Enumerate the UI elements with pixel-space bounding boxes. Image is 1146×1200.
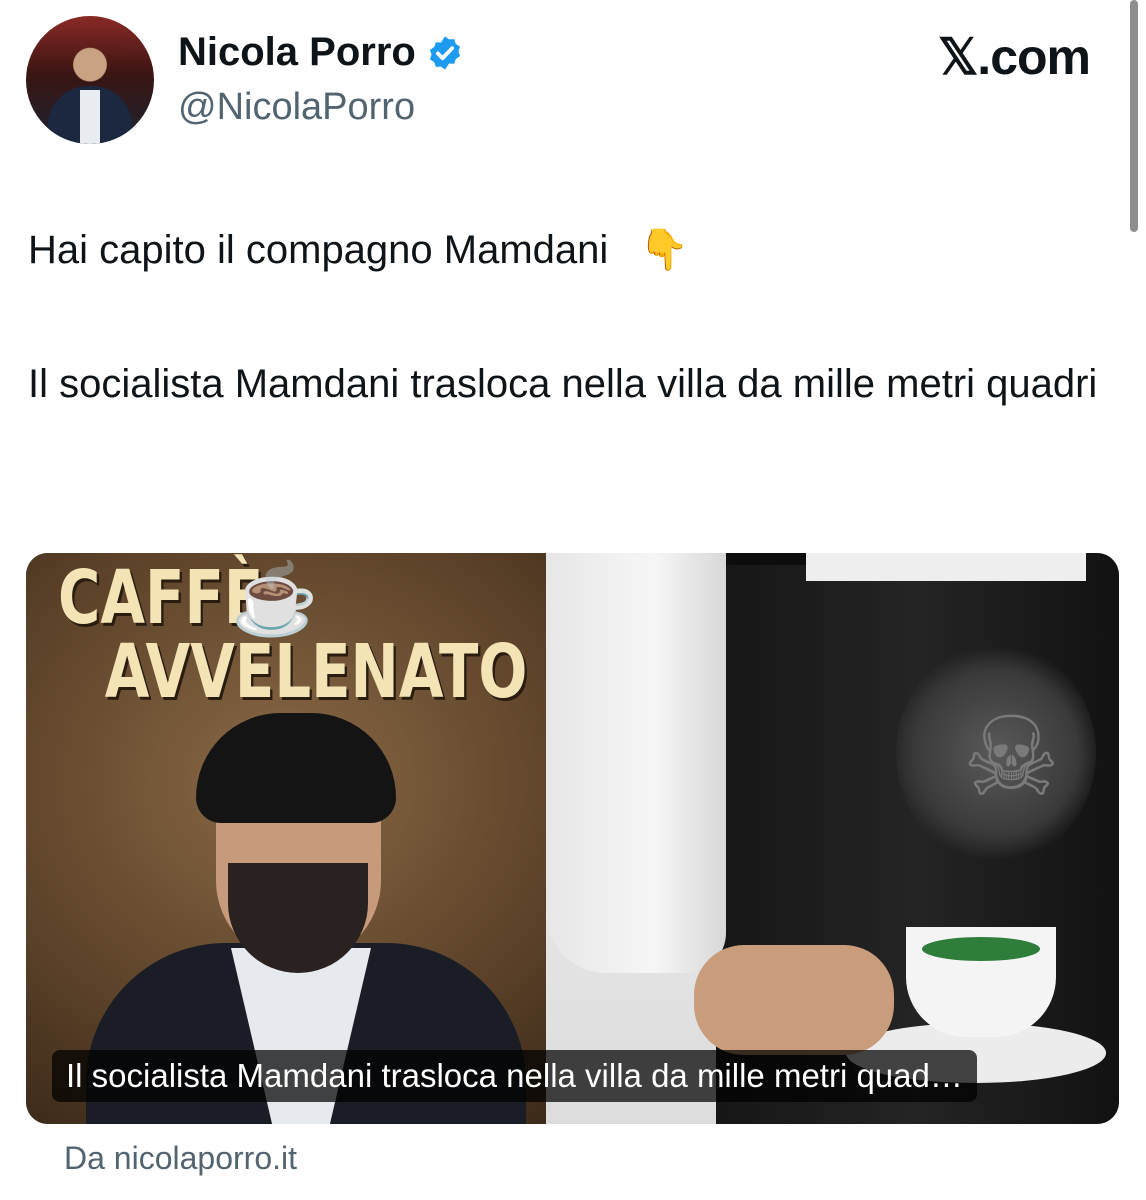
scrollbar[interactable] [1130, 0, 1138, 232]
author-name-row[interactable]: Nicola Porro [178, 30, 464, 75]
site-logo: 𝕏.com [938, 29, 1091, 85]
man-hair-graphic [196, 713, 396, 823]
card-caption[interactable]: Il socialista Mamdani trasloca nella vil… [52, 1050, 977, 1102]
tweet-text-line2: Il socialista Mamdani trasloca nella vil… [28, 362, 1098, 406]
tweet-line1-text: Hai capito il compagno Mamdani [28, 228, 609, 272]
green-coffee-graphic [922, 937, 1040, 961]
pointing-down-icon: 👇 [639, 228, 690, 272]
card-title-line2: AVVELENATO [104, 629, 528, 715]
waiter-shirt-graphic [806, 553, 1086, 581]
link-card[interactable]: ☠ CAFFÈ AVVELENATO ☕ Il socialista Mamda… [26, 553, 1119, 1124]
waiter-hand-graphic [694, 945, 894, 1055]
man-beard-graphic [228, 863, 368, 973]
coffee-cup-icon: ☕ [231, 560, 319, 638]
waiter-arm-graphic [546, 553, 726, 973]
card-source-link[interactable]: Da nicolaporro.it [64, 1140, 297, 1177]
tweet-text-line1: Hai capito il compagno Mamdani 👇 [28, 216, 1108, 284]
verified-badge-icon [429, 35, 460, 70]
man-portrait-graphic [176, 713, 416, 973]
author-handle[interactable]: @NicolaPorro [178, 86, 415, 129]
apron-strap [716, 553, 806, 565]
author-avatar[interactable] [26, 16, 154, 144]
skull-icon: ☠ [962, 696, 1061, 819]
author-name[interactable]: Nicola Porro [178, 30, 416, 75]
avatar-figure-shirt [80, 90, 100, 144]
